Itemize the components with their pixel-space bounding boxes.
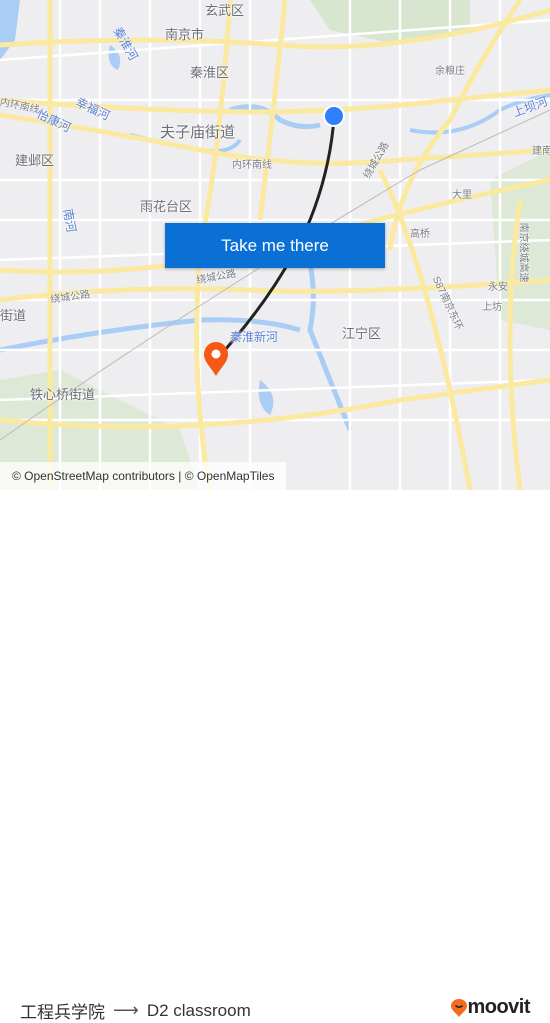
river [0,0,20,60]
destination-pin-icon[interactable] [204,342,228,376]
map-label: 秦淮新河 [230,330,279,344]
map-label: 铁心桥街道 [30,387,96,402]
map-label: 南京绕城高速 [517,222,529,283]
map-label: 南京市 [165,27,205,42]
arrow-right-icon: ⟶ [113,1000,139,1020]
origin-name: 工程兵学院 [20,1003,105,1022]
map-label: 夫子庙街道 [160,124,236,141]
map-label: 大里 [452,190,472,201]
map-label: 上坊 [482,302,502,313]
map-label: 雨花台区 [140,199,193,214]
map-label: 内环南线 [232,160,272,171]
moovit-logo[interactable]: moovit moovit [451,996,530,1019]
take-me-there-button[interactable]: Take me there [165,223,385,268]
map-label: 余粮庄 [435,66,465,77]
map-attribution[interactable]: © OpenStreetMap contributors | © OpenMap… [0,462,287,490]
map-label: 秦淮区 [190,65,230,80]
map-label: 建邺区 [15,153,55,168]
map-label: 玄武区 [205,3,245,18]
park-area [310,0,470,45]
route-summary: 工程兵学院 ⟶ D2 classroom [20,998,251,1023]
destination-name: D2 classroom [146,1000,251,1020]
moovit-pin-icon [451,998,468,1017]
footer-bar: 工程兵学院 ⟶ D2 classroom moovit moovit [0,490,550,1022]
origin-marker[interactable] [323,105,345,127]
map-label: 高桥 [410,229,430,240]
map-label: 建南 [532,146,550,157]
map-label: 江宁区 [342,326,382,341]
map-label: 街道 [0,308,27,323]
map-label: 永安 [488,282,508,293]
map[interactable]: 玄武区 南京市 秦淮区 夫子庙街道 建邺区 雨花台区 内环南线 内环南线 怡康河… [0,0,550,490]
